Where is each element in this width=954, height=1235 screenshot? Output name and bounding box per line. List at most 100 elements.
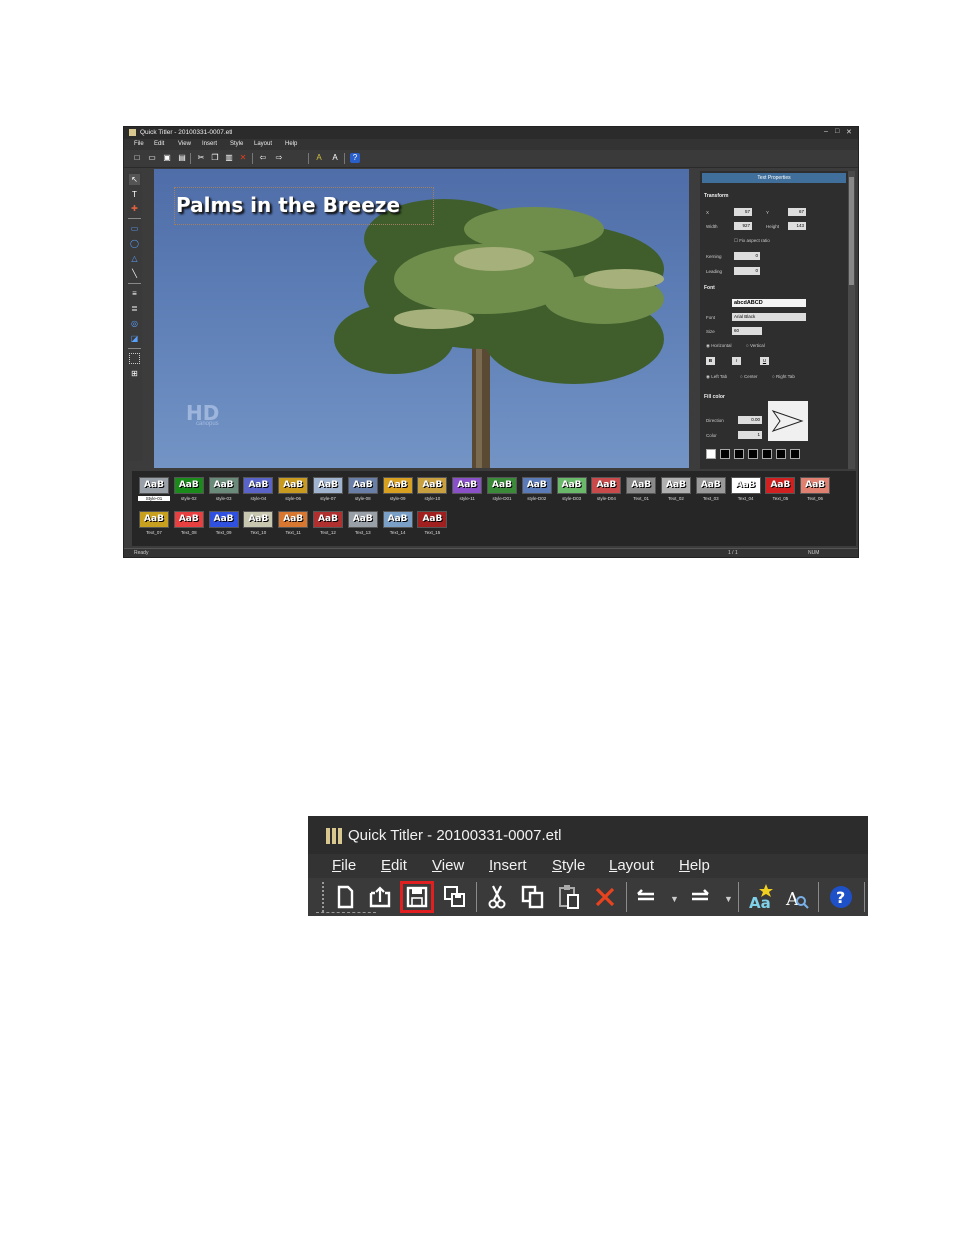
zoom-menu-layout[interactable]: Layout <box>609 857 654 874</box>
undo-icon[interactable] <box>632 882 662 912</box>
zoom-menu-view[interactable]: View <box>432 857 464 874</box>
properties-scrollbar[interactable] <box>848 171 855 469</box>
scrollbar-thumb[interactable] <box>849 177 854 285</box>
kerning-field[interactable]: 0 <box>734 252 760 260</box>
style-preset[interactable]: AaB Text_11 <box>277 511 309 535</box>
style-preset[interactable]: AaB Text_03 <box>695 477 727 501</box>
select-tool-icon[interactable]: ↖ <box>129 174 140 185</box>
style-preset[interactable]: AaB Text_10 <box>242 511 274 535</box>
font-select[interactable]: Arial Black <box>732 313 806 321</box>
style-preset[interactable]: AaB style-D01 <box>486 477 518 501</box>
delete-icon[interactable] <box>590 882 620 912</box>
help-icon[interactable]: ? <box>350 153 360 163</box>
crop-tool-icon[interactable]: ✚ <box>129 203 140 214</box>
color-swatch[interactable] <box>720 449 730 459</box>
ellipse-tool-icon[interactable]: ◯ <box>129 238 140 249</box>
distribute-tool-icon[interactable]: ≣ <box>129 303 140 314</box>
style-preset[interactable]: AaB Text_14 <box>382 511 414 535</box>
horizontal-radio[interactable]: ◉ Horizontal <box>706 343 731 349</box>
line-tool-icon[interactable]: ╲ <box>129 268 140 279</box>
style-preset[interactable]: AaB Text_15 <box>416 511 448 535</box>
style-preset[interactable]: AaB style-10 <box>416 477 448 501</box>
undo-icon[interactable]: ⇦ <box>258 153 268 163</box>
color-swatch[interactable] <box>762 449 772 459</box>
style-preset[interactable]: AaB Text_12 <box>312 511 344 535</box>
style-preset[interactable]: AaB Style-01 <box>138 477 170 501</box>
paste-icon[interactable]: ▥ <box>224 153 234 163</box>
menu-edit[interactable]: Edit <box>154 141 164 147</box>
style-preset[interactable]: AaB style-08 <box>347 477 379 501</box>
align-tool-icon[interactable]: ≡ <box>129 288 140 299</box>
style-preset[interactable]: AaB Text_06 <box>799 477 831 501</box>
menu-insert[interactable]: Insert <box>202 141 217 147</box>
style-preset[interactable]: AaB style-D03 <box>556 477 588 501</box>
text-tool-icon[interactable]: T <box>129 189 140 200</box>
redo-icon[interactable]: ⇨ <box>274 153 284 163</box>
toolbar-grip[interactable] <box>322 882 327 912</box>
undo-dropdown-icon[interactable]: ▼ <box>670 894 679 904</box>
left-tab-radio[interactable]: ◉ Left Tab <box>706 374 727 380</box>
menu-file[interactable]: File <box>134 141 144 147</box>
style-preset[interactable]: AaB Text_01 <box>625 477 657 501</box>
style-preset[interactable]: AaB style-D02 <box>521 477 553 501</box>
style-preset[interactable]: AaB Text_07 <box>138 511 170 535</box>
save-icon[interactable] <box>400 881 434 913</box>
redo-icon[interactable] <box>686 882 716 912</box>
color-swatch[interactable] <box>734 449 744 459</box>
style-preset[interactable]: AaB style-04 <box>242 477 274 501</box>
paste-icon[interactable] <box>554 882 584 912</box>
save-as-icon[interactable]: ▤ <box>177 153 187 163</box>
center-radio[interactable]: ○ Center <box>740 374 757 379</box>
delete-icon[interactable]: ✕ <box>238 153 248 163</box>
text-effect-icon[interactable]: A <box>314 153 324 163</box>
close-button[interactable]: ✕ <box>846 128 852 136</box>
color-swatch[interactable] <box>706 449 716 459</box>
copy-icon[interactable] <box>518 882 548 912</box>
zoom-menu-style[interactable]: Style <box>552 857 585 874</box>
leading-field[interactable]: 0 <box>734 267 760 275</box>
copy-icon[interactable]: ❐ <box>210 153 220 163</box>
title-canvas[interactable]: Palms in the Breeze HD canopus <box>154 169 689 468</box>
style-preset[interactable]: AaB Text_04 <box>730 477 762 501</box>
title-text[interactable]: Palms in the Breeze <box>176 193 400 217</box>
color-swatch[interactable] <box>776 449 786 459</box>
save-as-icon[interactable] <box>440 882 470 912</box>
new-icon[interactable] <box>330 882 360 912</box>
cut-icon[interactable] <box>482 882 512 912</box>
y-field[interactable]: 67 <box>788 208 806 216</box>
zoom-menu-edit[interactable]: Edit <box>381 857 407 874</box>
menu-help[interactable]: Help <box>285 141 297 147</box>
italic-button[interactable]: I <box>732 357 741 365</box>
maximize-button[interactable]: □ <box>835 128 839 135</box>
style-preset[interactable]: AaB Text_13 <box>347 511 379 535</box>
style-preset[interactable]: AaB style-07 <box>312 477 344 501</box>
order-tool-icon[interactable]: ◪ <box>129 333 140 344</box>
open-icon[interactable]: ▭ <box>147 153 157 163</box>
style-preset[interactable]: AaB style-11 <box>451 477 483 501</box>
right-tab-radio[interactable]: ○ Right Tab <box>772 374 795 379</box>
font-section[interactable]: Font <box>704 285 715 291</box>
zoom-menu-file[interactable]: File <box>332 857 356 874</box>
style-preset[interactable]: AaB style-02 <box>173 477 205 501</box>
fix-aspect-checkbox[interactable]: ☐ Fix aspect ratio <box>734 238 770 244</box>
cut-icon[interactable]: ✂ <box>196 153 206 163</box>
direction-preview[interactable] <box>768 401 808 441</box>
group-tool-icon[interactable]: ◎ <box>129 318 140 329</box>
size-select[interactable]: 60 <box>732 327 762 335</box>
fill-color-section[interactable]: Fill color <box>704 394 725 400</box>
width-field[interactable]: 927 <box>734 222 752 230</box>
bold-button[interactable]: B <box>706 357 715 365</box>
height-field[interactable]: 143 <box>788 222 806 230</box>
redo-dropdown-icon[interactable]: ▼ <box>724 894 733 904</box>
grid-icon[interactable]: ⊞ <box>129 368 140 379</box>
zoom-menu-insert[interactable]: Insert <box>489 857 527 874</box>
style-preset[interactable]: AaB style-09 <box>382 477 414 501</box>
menu-style[interactable]: Style <box>230 141 243 147</box>
transform-section[interactable]: Transform <box>704 193 728 199</box>
style-preset[interactable]: AaB Text_05 <box>764 477 796 501</box>
style-preset[interactable]: AaB Text_09 <box>208 511 240 535</box>
style-preset[interactable]: AaB Text_02 <box>660 477 692 501</box>
color-swatch[interactable] <box>790 449 800 459</box>
style-preset[interactable]: AaB Text_08 <box>173 511 205 535</box>
vertical-radio[interactable]: ○ Vertical <box>746 343 765 348</box>
